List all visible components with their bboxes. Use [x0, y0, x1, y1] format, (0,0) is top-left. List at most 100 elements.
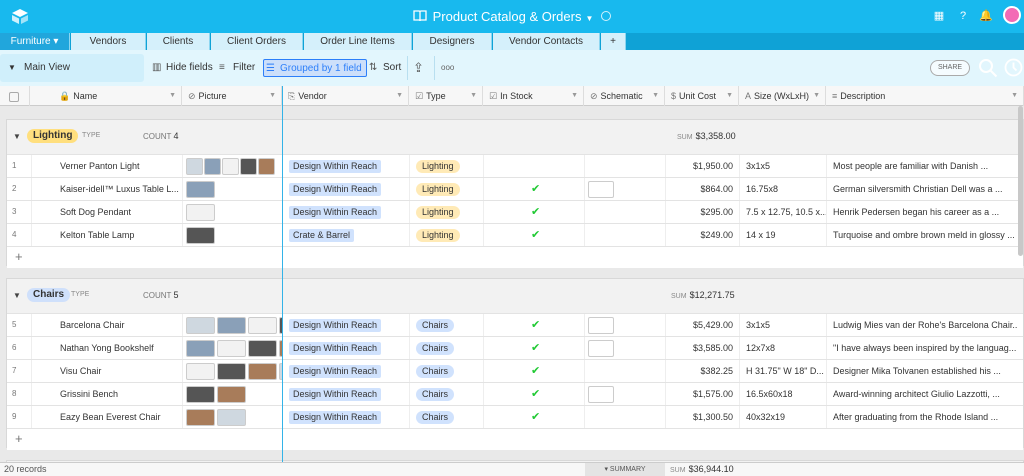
column-header-size[interactable]: A Size (WxLxH) ▼ [740, 86, 826, 106]
picture-thumbnail[interactable] [258, 158, 275, 176]
cell-unit-cost[interactable]: $295.00 [667, 201, 740, 223]
picture-thumbnail[interactable] [186, 386, 215, 404]
cell-type[interactable]: Lighting [411, 201, 484, 223]
column-header-description[interactable]: ≡ Description ▼ [827, 86, 1024, 106]
cell-type[interactable]: Lighting [411, 224, 484, 246]
column-header-vendor[interactable]: ⎘ Vendor ▼ [283, 86, 409, 106]
search-icon[interactable] [978, 58, 998, 78]
cell-vendor[interactable]: Design Within Reach [284, 406, 410, 428]
cell-picture[interactable] [184, 178, 283, 200]
table-row[interactable]: 8 Grissini Bench Design Within Reach Chairs… [7, 382, 1023, 405]
summary-toggle[interactable]: ▾ SUMMARY [585, 463, 665, 476]
table-row[interactable]: 1 Verner Panton Light Design Within Reach L… [7, 154, 1023, 177]
chevron-down-icon[interactable]: ▼ [396, 86, 403, 106]
cell-vendor[interactable]: Design Within Reach [284, 383, 410, 405]
cell-unit-cost[interactable]: $382.25 [667, 360, 740, 382]
picture-thumbnail[interactable] [217, 340, 246, 358]
picture-thumbnail[interactable] [186, 340, 215, 358]
apps-grid-icon[interactable]: ▦ [932, 9, 946, 23]
cell-description[interactable]: Award-winning architect Giulio Lazzotti,… [828, 383, 1018, 405]
chevron-down-icon[interactable]: ▼ [726, 86, 733, 106]
cell-vendor[interactable]: Design Within Reach [284, 155, 410, 177]
cell-picture[interactable] [184, 406, 283, 428]
table-row[interactable]: 9 Eazy Bean Everest Chair Design Within Re… [7, 405, 1023, 428]
table-row[interactable]: 4 Kelton Table Lamp Crate & Barrel Lighting… [7, 223, 1023, 246]
column-header-in-stock[interactable]: ☑ In Stock ▼ [484, 86, 584, 106]
info-icon[interactable] [601, 11, 612, 21]
view-switcher[interactable]: ▼ Main View [0, 54, 144, 82]
cell-in-stock[interactable]: ✔ [485, 337, 585, 359]
group-header[interactable]: ▼ Lighting TYPE COUNT 4 SUM $3,358.00 [7, 120, 1023, 154]
chevron-down-icon[interactable]: ▼ [571, 86, 578, 106]
cell-schematic[interactable] [586, 178, 666, 200]
cell-name[interactable]: Soft Dog Pendant [32, 201, 183, 223]
picture-thumbnail[interactable] [186, 158, 203, 176]
cell-type[interactable]: Chairs [411, 406, 484, 428]
cell-unit-cost[interactable]: $864.00 [667, 178, 740, 200]
group-header[interactable]: ▼ Chairs TYPE COUNT 5 SUM $12,271.75 [7, 279, 1023, 313]
cell-in-stock[interactable]: ✔ [485, 383, 585, 405]
cell-size[interactable]: 40x32x19 [741, 406, 827, 428]
tab-designers[interactable]: Designers [413, 33, 492, 50]
cell-vendor[interactable]: Design Within Reach [284, 337, 410, 359]
tab-clients[interactable]: Clients [147, 33, 210, 50]
cell-picture[interactable] [184, 201, 283, 223]
tab-order-line-items[interactable]: Order Line Items [304, 33, 412, 50]
chevron-down-icon[interactable]: ▼ [813, 86, 820, 106]
picture-thumbnail[interactable] [186, 409, 215, 427]
cell-schematic[interactable] [586, 406, 666, 428]
cell-size[interactable]: 16.5x60x18 [741, 383, 827, 405]
add-table-button[interactable]: + [601, 33, 626, 50]
tab-vendor-contacts[interactable]: Vendor Contacts [493, 33, 600, 50]
add-record-button[interactable]: + [7, 428, 1023, 450]
cell-description[interactable]: "I have always been inspired by the lang… [828, 337, 1018, 359]
cell-description[interactable]: After graduating from the Rhode Island .… [828, 406, 1018, 428]
table-row[interactable]: 7 Visu Chair Design Within Reach Chairs ✔ $38… [7, 359, 1023, 382]
share-view-icon[interactable]: ⇪ [413, 59, 424, 77]
column-header-schematic[interactable]: ⊘ Schematic ▼ [585, 86, 665, 106]
table-row[interactable]: 6 Nathan Yong Bookshelf Design Within Reac… [7, 336, 1023, 359]
bell-icon[interactable]: 🔔 [979, 9, 993, 23]
history-icon[interactable] [1003, 57, 1024, 78]
column-header-picture[interactable]: ⊘ Picture ▼ [183, 86, 282, 106]
cell-type[interactable]: Chairs [411, 360, 484, 382]
cell-picture[interactable] [184, 224, 283, 246]
cell-unit-cost[interactable]: $1,575.00 [667, 383, 740, 405]
frozen-column-divider[interactable] [282, 86, 283, 476]
schematic-thumbnail[interactable] [588, 340, 614, 358]
table-row[interactable]: 3 Soft Dog Pendant Design Within Reach Ligh… [7, 200, 1023, 223]
cell-size[interactable]: H 31.75" W 18" D... [741, 360, 827, 382]
chevron-down-icon[interactable]: ▼ [470, 86, 477, 106]
cell-name[interactable]: Kelton Table Lamp [32, 224, 183, 246]
cell-unit-cost[interactable]: $5,429.00 [667, 314, 740, 336]
picture-thumbnail[interactable] [217, 363, 246, 381]
picture-thumbnail[interactable] [186, 317, 215, 335]
cell-picture[interactable] [184, 360, 283, 382]
cell-size[interactable]: 3x1x5 [741, 314, 827, 336]
cell-schematic[interactable] [586, 337, 666, 359]
picture-thumbnail[interactable] [222, 158, 239, 176]
cell-size[interactable]: 3x1x5 [741, 155, 827, 177]
cell-in-stock[interactable] [485, 155, 585, 177]
picture-thumbnail[interactable] [186, 181, 215, 199]
cell-name[interactable]: Nathan Yong Bookshelf [32, 337, 183, 359]
cell-name[interactable]: Verner Panton Light [32, 155, 183, 177]
vertical-scrollbar[interactable] [1018, 106, 1023, 256]
picture-thumbnail[interactable] [248, 317, 277, 335]
cell-vendor[interactable]: Design Within Reach [284, 178, 410, 200]
cell-unit-cost[interactable]: $249.00 [667, 224, 740, 246]
cell-type[interactable]: Chairs [411, 337, 484, 359]
share-button[interactable]: SHARE [930, 60, 970, 76]
picture-thumbnail[interactable] [240, 158, 257, 176]
cell-schematic[interactable] [586, 383, 666, 405]
base-title[interactable]: Product Catalog & Orders ▼ [0, 0, 1024, 35]
cell-name[interactable]: Eazy Bean Everest Chair [32, 406, 183, 428]
cell-unit-cost[interactable]: $1,950.00 [667, 155, 740, 177]
chevron-down-icon[interactable]: ▼ [652, 86, 659, 106]
cell-size[interactable]: 14 x 19 [741, 224, 827, 246]
cell-picture[interactable] [184, 155, 283, 177]
cell-vendor[interactable]: Design Within Reach [284, 360, 410, 382]
cell-in-stock[interactable]: ✔ [485, 314, 585, 336]
cell-type[interactable]: Lighting [411, 155, 484, 177]
cell-in-stock[interactable]: ✔ [485, 224, 585, 246]
